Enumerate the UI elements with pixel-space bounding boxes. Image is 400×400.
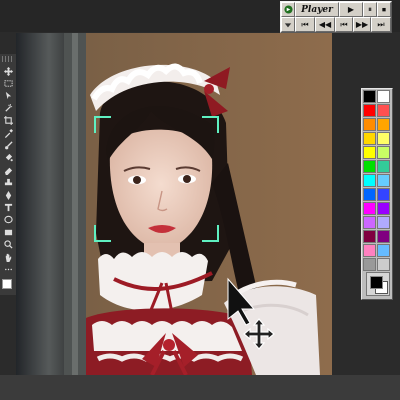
color-swatch[interactable] (363, 118, 376, 131)
color-swatch[interactable] (363, 216, 376, 229)
crop-tool-icon[interactable] (0, 115, 16, 127)
color-swatch[interactable] (377, 160, 390, 173)
more-tools-icon[interactable] (0, 263, 16, 275)
marquee-tool-icon[interactable] (0, 77, 16, 89)
color-palette (361, 88, 393, 300)
color-swatch[interactable] (377, 244, 390, 257)
color-swatch[interactable] (377, 132, 390, 145)
foreground-background-colors[interactable] (366, 272, 390, 296)
rewind-button[interactable]: ◀◀ (315, 17, 335, 32)
image-canvas[interactable] (16, 33, 332, 375)
lasso-tool-icon[interactable] (0, 90, 16, 102)
color-swatch[interactable] (363, 188, 376, 201)
text-tool-icon[interactable] (0, 201, 16, 213)
foreground-color-swatch[interactable] (2, 279, 12, 289)
toolbar-grip[interactable] (2, 56, 14, 62)
color-swatch[interactable] (363, 174, 376, 187)
brush-tool-icon[interactable] (0, 139, 16, 151)
stop-button[interactable]: ⏹ (377, 2, 391, 17)
color-swatch[interactable] (363, 230, 376, 243)
shape-tool-icon[interactable] (0, 214, 16, 226)
rectangle-tool-icon[interactable] (0, 226, 16, 238)
color-swatch[interactable] (363, 202, 376, 215)
color-swatch[interactable] (377, 174, 390, 187)
color-swatch[interactable] (363, 258, 376, 271)
color-swatch[interactable] (377, 104, 390, 117)
foreground-color-swatch[interactable] (370, 276, 383, 289)
player-icon[interactable] (281, 2, 295, 17)
pen-tool-icon[interactable] (0, 189, 16, 201)
player-title: Player (295, 2, 339, 17)
color-swatch[interactable] (377, 216, 390, 229)
tools-panel (0, 54, 17, 295)
zoom-tool-icon[interactable] (0, 238, 16, 250)
play-button[interactable]: ▶ (339, 2, 363, 17)
color-swatch[interactable] (377, 230, 390, 243)
color-swatch[interactable] (377, 258, 390, 271)
color-swatch[interactable] (377, 202, 390, 215)
color-swatch[interactable] (377, 188, 390, 201)
stamp-tool-icon[interactable] (0, 177, 16, 189)
color-swatch[interactable] (363, 104, 376, 117)
photo (16, 33, 332, 375)
pause-button[interactable]: ⏸ (363, 2, 377, 17)
color-swatch[interactable] (377, 146, 390, 159)
color-swatch[interactable] (363, 160, 376, 173)
magic-wand-tool-icon[interactable] (0, 102, 16, 114)
player-window: Player ▶ ⏸ ⏹ ⏮ ◀◀ ⏮ ▶▶ ⏭ (280, 1, 392, 33)
eyedropper-tool-icon[interactable] (0, 127, 16, 139)
player-options-icon[interactable] (281, 17, 295, 32)
color-swatch[interactable] (363, 244, 376, 257)
eraser-tool-icon[interactable] (0, 164, 16, 176)
color-swatch[interactable] (363, 146, 376, 159)
first-frame-button[interactable]: ⏮ (295, 17, 315, 32)
color-swatch[interactable] (377, 90, 390, 103)
color-swatch[interactable] (363, 90, 376, 103)
color-swatch[interactable] (363, 132, 376, 145)
color-swatch[interactable] (377, 118, 390, 131)
previous-button[interactable]: ⏮ (335, 17, 353, 32)
fast-forward-button[interactable]: ▶▶ (353, 17, 371, 32)
last-frame-button[interactable]: ⏭ (371, 17, 391, 32)
status-bar (0, 375, 400, 400)
paint-bucket-tool-icon[interactable] (0, 152, 16, 164)
move-tool-icon[interactable] (0, 65, 16, 77)
hand-tool-icon[interactable] (0, 251, 16, 263)
